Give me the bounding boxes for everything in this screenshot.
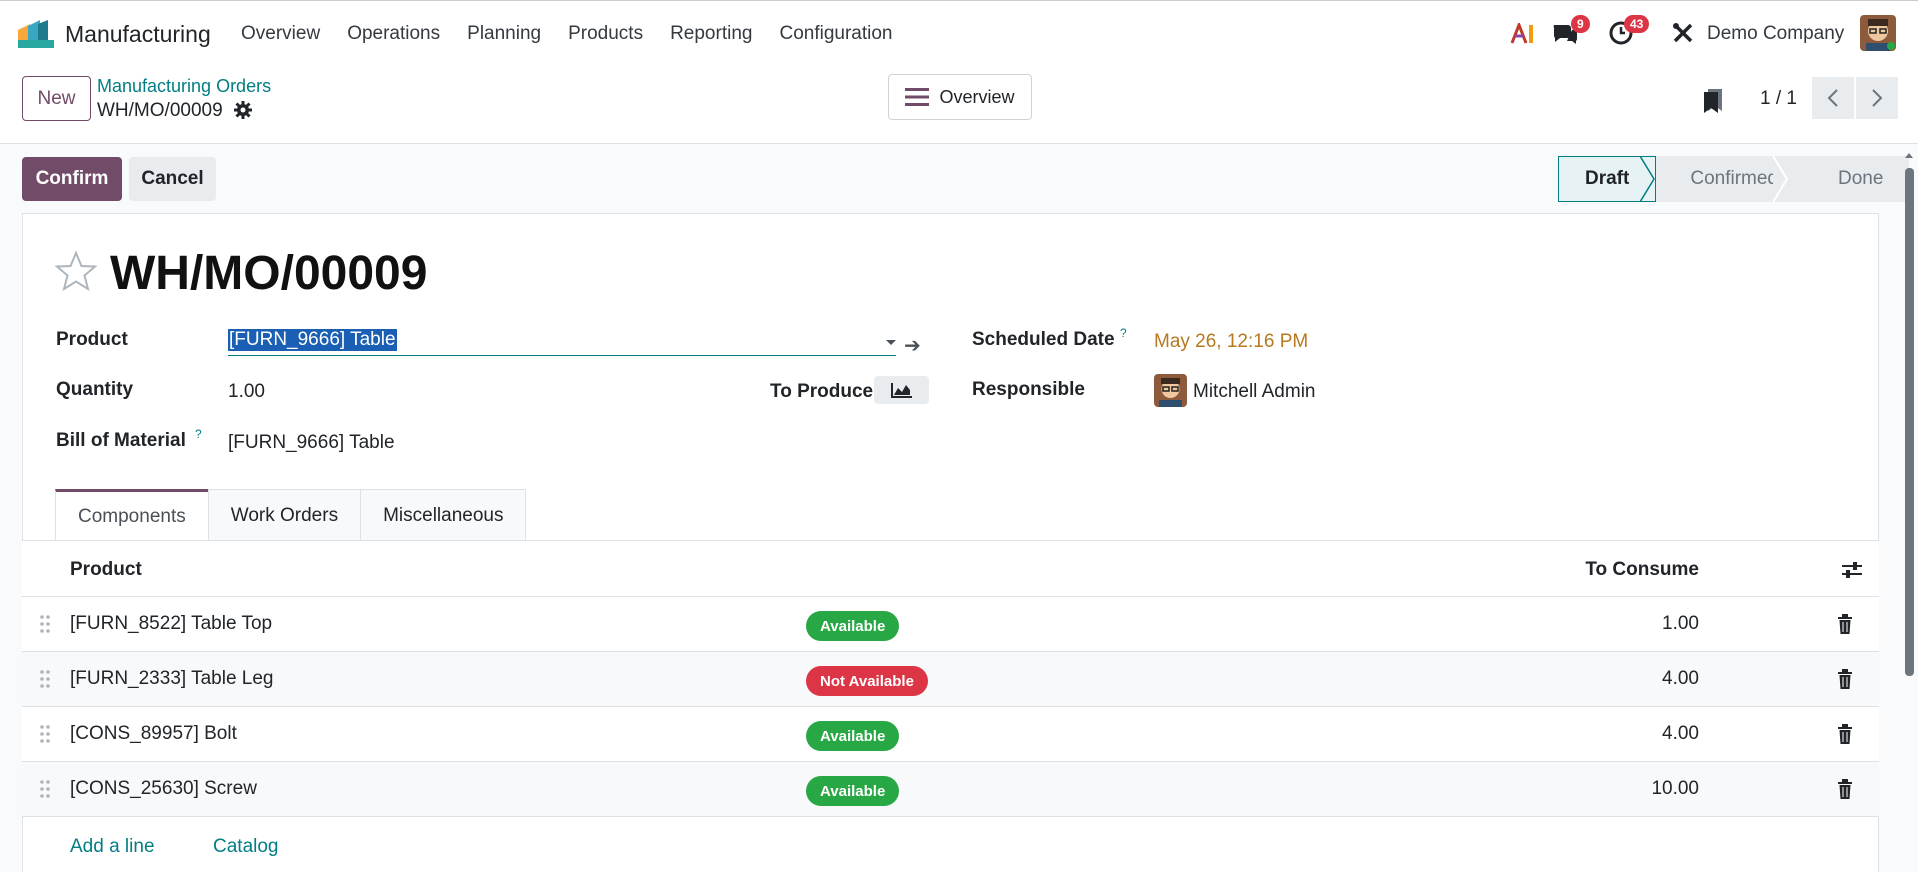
menu-reporting[interactable]: Reporting	[670, 23, 752, 45]
forecast-button[interactable]	[874, 376, 929, 404]
control-panel: New Manufacturing Orders WH/MO/00009 Ove…	[0, 66, 1918, 144]
component-to-consume[interactable]: 10.00	[1651, 778, 1699, 800]
trash-icon[interactable]	[1837, 724, 1853, 744]
notebook-tabs: Components Work Orders Miscellaneous	[55, 489, 527, 541]
availability-badge: Available	[806, 721, 900, 751]
star-icon[interactable]	[54, 250, 98, 294]
column-header-to-consume[interactable]: To Consume	[1585, 559, 1699, 581]
overview-label: Overview	[939, 86, 1015, 107]
overview-button[interactable]: Overview	[888, 74, 1032, 120]
quantity-label: Quantity	[56, 379, 134, 400]
catalog-link[interactable]: Catalog	[213, 836, 279, 858]
confirm-button[interactable]: Confirm	[22, 157, 122, 201]
status-arrow-separator	[1773, 156, 1789, 202]
menu-operations[interactable]: Operations	[347, 23, 440, 45]
menu-configuration[interactable]: Configuration	[779, 23, 892, 45]
area-chart-icon	[890, 383, 912, 398]
cancel-button[interactable]: Cancel	[129, 157, 216, 201]
product-field[interactable]: [FURN_9666] Table	[228, 328, 896, 356]
responsible-field[interactable]: Mitchell Admin	[1193, 381, 1316, 403]
breadcrumb-current: WH/MO/00009	[97, 100, 223, 121]
table-row[interactable]: [FURN_8522] Table Top Available 1.00	[22, 597, 1879, 652]
drag-handle-icon[interactable]	[40, 615, 50, 633]
chevron-left-icon	[1827, 89, 1838, 107]
scroll-up-arrow-icon[interactable]	[1904, 150, 1914, 160]
component-product[interactable]: [CONS_25630] Screw	[70, 778, 257, 800]
gear-icon[interactable]	[233, 100, 253, 120]
app-name[interactable]: Manufacturing	[65, 21, 211, 48]
top-navbar: Manufacturing Overview Operations Planni…	[0, 0, 1918, 66]
messages-count-badge: 9	[1571, 15, 1590, 33]
new-button[interactable]: New	[22, 76, 91, 121]
drag-handle-icon[interactable]	[40, 725, 50, 743]
to-produce-label: To Produce	[770, 381, 874, 402]
pager-next-button[interactable]	[1856, 77, 1898, 119]
component-to-consume[interactable]: 4.00	[1662, 723, 1699, 745]
quantity-field[interactable]: 1.00	[228, 381, 265, 403]
component-product[interactable]: [FURN_2333] Table Leg	[70, 668, 274, 690]
menu-overview[interactable]: Overview	[241, 23, 320, 45]
hamburger-menu-icon	[905, 88, 930, 106]
component-to-consume[interactable]: 4.00	[1662, 668, 1699, 690]
drag-handle-icon[interactable]	[40, 780, 50, 798]
main-menu: Overview Operations Planning Products Re…	[241, 23, 920, 45]
availability-badge: Not Available	[806, 666, 928, 696]
availability-badge: Available	[806, 611, 900, 641]
chevron-right-icon	[1872, 89, 1883, 107]
user-avatar[interactable]	[1860, 15, 1896, 51]
scheduled-date-help-icon[interactable]: ?	[1120, 326, 1127, 340]
record-title: WH/MO/00009	[110, 247, 428, 300]
status-arrow-separator	[1640, 156, 1655, 202]
column-header-product[interactable]: Product	[70, 559, 142, 581]
activities-count-badge: 43	[1624, 15, 1650, 33]
table-row[interactable]: [CONS_25630] Screw Available 10.00	[22, 762, 1879, 817]
responsible-label: Responsible	[972, 379, 1085, 400]
trash-icon[interactable]	[1837, 779, 1853, 799]
breadcrumb-parent[interactable]: Manufacturing Orders	[97, 76, 271, 97]
vertical-scrollbar-thumb[interactable]	[1905, 168, 1914, 676]
trash-icon[interactable]	[1837, 669, 1853, 689]
scheduled-date-field[interactable]: May 26, 12:16 PM	[1154, 331, 1308, 353]
pager-value[interactable]: 1 / 1	[1760, 88, 1797, 110]
ai-icon[interactable]	[1510, 23, 1536, 45]
drag-handle-icon[interactable]	[40, 670, 50, 688]
arrow-right-icon[interactable]: ➔	[904, 333, 921, 358]
company-switcher[interactable]: Demo Company	[1707, 23, 1844, 45]
add-line-link[interactable]: Add a line	[70, 836, 155, 858]
bookmark-icon[interactable]	[1702, 88, 1724, 114]
component-product[interactable]: [CONS_89957] Bolt	[70, 723, 237, 745]
components-table-header: Product To Consume	[22, 541, 1879, 597]
tab-components[interactable]: Components	[55, 489, 209, 541]
manufacturing-app-icon[interactable]	[18, 20, 54, 48]
pager-previous-button[interactable]	[1812, 77, 1854, 119]
trash-icon[interactable]	[1837, 614, 1853, 634]
product-value: [FURN_9666] Table	[228, 329, 397, 351]
component-to-consume[interactable]: 1.00	[1662, 613, 1699, 635]
tab-work-orders[interactable]: Work Orders	[207, 489, 362, 541]
tab-miscellaneous[interactable]: Miscellaneous	[360, 489, 527, 541]
bom-label: Bill of Material	[56, 430, 186, 451]
component-product[interactable]: [FURN_8522] Table Top	[70, 613, 272, 635]
bom-help-icon[interactable]: ?	[195, 427, 202, 441]
bom-field[interactable]: [FURN_9666] Table	[228, 432, 395, 454]
status-bar: Draft Confirmed Done	[1558, 156, 1910, 202]
debug-tools-icon[interactable]	[1672, 22, 1694, 44]
table-row[interactable]: [FURN_2333] Table Leg Not Available 4.00	[22, 652, 1879, 707]
menu-products[interactable]: Products	[568, 23, 643, 45]
product-label: Product	[56, 329, 128, 350]
status-done[interactable]: Done	[1804, 156, 1910, 202]
optional-columns-toggle-icon[interactable]	[1842, 561, 1862, 579]
menu-planning[interactable]: Planning	[467, 23, 541, 45]
table-row[interactable]: [CONS_89957] Bolt Available 4.00	[22, 707, 1879, 762]
responsible-avatar	[1154, 374, 1187, 407]
caret-down-icon[interactable]	[886, 340, 896, 345]
availability-badge: Available	[806, 776, 900, 806]
scheduled-date-label: Scheduled Date	[972, 329, 1115, 350]
